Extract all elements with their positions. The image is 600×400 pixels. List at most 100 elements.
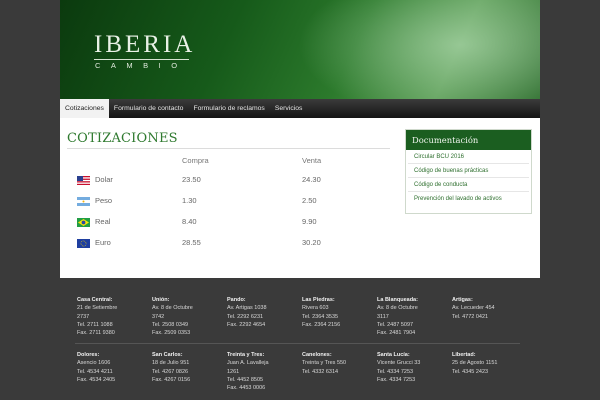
office-detail-line: Fax. 2364 2156 [302,321,341,328]
nav-servicios[interactable]: Servicios [270,99,308,118]
office-block: Las Piedras: Rivera 603 Tel. 2364 3535 Fax.… [302,296,374,329]
office-detail-line: Tel. 4332 6314 [302,368,339,375]
office-block: Pando: Av. Artigas 1038 Tel. 2292 6231 Fax.… [227,296,299,329]
office-block: Dolores: Asencio 1606 Tel. 4534 4211 Fax. 4… [77,351,149,384]
documentation-panel: Documentación Circular BCU 2016 Código d… [405,129,532,214]
office-detail-line: 21 de Setiembre [77,305,118,312]
logo-rule [94,59,189,60]
us-flag-icon [77,176,90,185]
office-detail-line: Tel. 2292 6231 [227,313,264,320]
office-detail-line: 2737 [77,313,90,320]
buy-rate: 28.55 [182,238,201,247]
office-detail-line: Av. Artigas 1038 [227,305,267,312]
office-block: La Blanqueada: Av. 8 de Octubre 3117 Tel. 2… [377,296,449,337]
office-block: Libertad: 25 de Agosto 1151 Tel. 4345 2423 [452,351,524,376]
rate-row-dolar: Dolar 23.50 24.30 [60,170,390,190]
office-detail-line: Vicente Grucci 33 [377,360,421,367]
office-name: San Carlos: [152,352,183,358]
sell-rate: 24.30 [302,175,321,184]
office-detail-line: Fax. 2509 0353 [152,330,191,337]
office-detail-line: Tel. 4452 8505 [227,376,264,383]
office-detail-line: Fax. 2292 4654 [227,321,266,328]
argentina-flag-icon [77,197,90,206]
office-detail-line: Tel. 2508 0349 [152,321,189,328]
office-name: Dolores: [77,352,100,358]
office-name: Pando: [227,297,246,303]
office-name: Las Piedras: [302,297,335,303]
buy-rate: 8.40 [182,217,197,226]
office-detail-line: Fax. 4534 2405 [77,376,116,383]
site-footer: Casa Central: 21 de Setiembre 2737 Tel. 271… [60,278,540,400]
office-detail-line: Av. Lecueder 454 [452,305,495,312]
office-block: San Carlos: 18 de Julio 951 Tel. 4267 0826… [152,351,224,384]
office-detail-line: 18 de Julio 951 [152,360,190,367]
office-block: Unión: Av. 8 de Octubre 3742 Tel. 2508 0349… [152,296,224,337]
office-name: Libertad: [452,352,476,358]
office-name: Canelones: [302,352,332,358]
doc-link-codigo-conducta[interactable]: Código de conducta [408,178,529,192]
nav-cotizaciones[interactable]: Cotizaciones [60,99,109,118]
office-detail-line: Tel. 2711 1088 [77,321,113,328]
currency-name: Dolar [95,175,113,184]
office-detail-line: Tel. 4334 7253 [377,368,414,375]
office-block: Santa Lucía: Vicente Grucci 33 Tel. 4334 7… [377,351,449,384]
office-detail-line: Treinta y Tres 550 [302,360,347,367]
office-detail-line: Fax. 2481 7904 [377,330,416,337]
rate-row-euro: Euro 28.55 30.20 [60,233,390,253]
office-detail-line: 1261 [227,368,240,375]
iberia-cambio-logo[interactable]: IBERIA CAMBIO [94,32,195,70]
site-header: IBERIA CAMBIO [60,0,540,99]
office-name: Unión: [152,297,170,303]
office-block: Casa Central: 21 de Setiembre 2737 Tel. 271… [77,296,149,337]
documentation-title: Documentación [406,130,531,150]
office-detail-line: Fax. 2711 9380 [77,330,115,337]
title-divider [67,148,390,149]
office-detail-line: Tel. 2487 5097 [377,321,414,328]
office-block: Treinta y Tres: Juan A. Lavalleja 1261 Tel.… [227,351,299,392]
office-detail-line: Tel. 4772 0421 [452,313,489,320]
sell-rate: 9.90 [302,217,317,226]
office-detail-line: Rivera 603 [302,305,329,312]
office-detail-line: Asencio 1606 [77,360,111,367]
nav-formulario-contacto[interactable]: Formulario de contacto [109,99,189,118]
office-detail-line: Tel. 4345 2423 [452,368,489,375]
footer-divider [75,343,520,344]
office-detail-line: Tel. 4267 0826 [152,368,189,375]
column-header-venta: Venta [302,156,322,165]
office-detail-line: Fax. 4334 7253 [377,376,416,383]
currency-name: Real [95,217,111,226]
office-name: La Blanqueada: [377,297,418,303]
office-block: Artigas: Av. Lecueder 454 Tel. 4772 0421 [452,296,524,321]
logo-wordmark: IBERIA [94,31,196,58]
rate-row-real: Real 8.40 9.90 [60,212,390,232]
sell-rate: 2.50 [302,196,317,205]
office-detail-line: 3742 [152,313,165,320]
doc-link-prevencion-lavado[interactable]: Prevención del lavado de activos [408,192,529,206]
sell-rate: 30.20 [302,238,321,247]
office-detail-line: Tel. 2364 3535 [302,313,339,320]
office-detail-line: 25 de Agosto 1151 [452,360,498,367]
currency-name: Peso [95,196,113,205]
buy-rate: 23.50 [182,175,201,184]
main-content: COTIZACIONES Compra Venta Dolar 23.50 24… [60,118,540,278]
main-nav: Cotizaciones Formulario de contacto Form… [60,99,540,118]
eu-flag-icon [77,239,90,248]
rate-row-peso: Peso 1.30 2.50 [60,191,390,211]
logo-tagline: CAMBIO [95,61,188,70]
office-name: Treinta y Tres: [227,352,265,358]
buy-rate: 1.30 [182,196,197,205]
office-detail-line: Juan A. Lavalleja [227,360,269,367]
office-detail-line: Fax. 4453 0006 [227,385,266,392]
brazil-flag-icon [77,218,90,227]
doc-link-circular-bcu[interactable]: Circular BCU 2016 [408,150,529,164]
currency-name: Euro [95,238,111,247]
column-header-compra: Compra [182,156,209,165]
office-block: Canelones: Treinta y Tres 550 Tel. 4332 63… [302,351,374,376]
office-detail-line: Tel. 4534 4211 [77,368,113,375]
office-name: Casa Central: [77,297,113,303]
office-detail-line: Fax. 4267 0156 [152,376,191,383]
nav-formulario-reclamos[interactable]: Formulario de reclamos [188,99,269,118]
page-title: COTIZACIONES [67,131,178,146]
office-name: Santa Lucía: [377,352,410,358]
doc-link-buenas-practicas[interactable]: Código de buenas prácticas [408,164,529,178]
